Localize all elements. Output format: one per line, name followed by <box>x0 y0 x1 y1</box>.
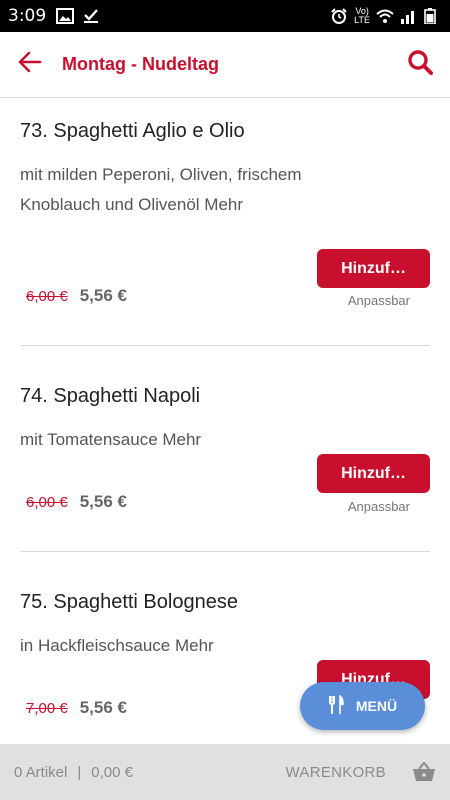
status-time: 3:09 <box>8 6 47 26</box>
cart-count: 0 Artikel <box>14 763 68 781</box>
cart-total: 0,00 € <box>91 763 133 781</box>
status-bar: 3:09 Vo) LTE <box>0 0 450 32</box>
item-name: 75. Spaghetti Bolognese <box>20 591 238 613</box>
gallery-icon <box>56 8 75 24</box>
signal-icon <box>400 8 418 24</box>
customizable-label: Anpassbar <box>347 293 410 308</box>
old-price: 6,00 € <box>26 287 68 305</box>
page-title: Montag - Nudeltag <box>62 54 219 74</box>
back-button[interactable] <box>0 32 60 98</box>
list-item: 73. Spaghetti Aglio e Olio mit milden Pe… <box>20 98 430 346</box>
download-done-icon <box>82 8 100 24</box>
item-description[interactable]: mit Tomatensauce Mehr <box>20 425 320 455</box>
current-price: 5,56 € <box>79 286 127 305</box>
list-item: 74. Spaghetti Napoli mit Tomatensauce Me… <box>20 346 430 552</box>
cart-separator: | <box>77 763 82 781</box>
old-price: 6,00 € <box>26 493 68 511</box>
search-button[interactable] <box>390 32 450 98</box>
item-name: 74. Spaghetti Napoli <box>20 385 201 407</box>
customizable-label: Anpassbar <box>347 499 410 514</box>
volte-indicator: Vo) LTE <box>354 6 370 25</box>
menu-fab[interactable]: MENÜ <box>300 682 425 730</box>
cart-button[interactable]: WARENKORB <box>286 764 387 781</box>
wifi-icon <box>376 8 394 24</box>
current-price: 5,56 € <box>79 492 127 511</box>
old-price: 7,00 € <box>26 699 68 717</box>
alarm-icon <box>330 8 348 24</box>
menu-fab-label: MENÜ <box>355 698 398 714</box>
price-row: 7,00 € 5,56 € <box>26 698 127 718</box>
item-description[interactable]: in Hackfleischsauce Mehr <box>20 631 320 661</box>
item-description[interactable]: mit milden Peperoni, Oliven, frischem Kn… <box>20 160 320 220</box>
price-row: 6,00 € 5,56 € <box>26 286 127 306</box>
shopping-basket-icon[interactable] <box>412 760 436 784</box>
search-icon <box>407 49 433 80</box>
current-price: 5,56 € <box>79 698 127 717</box>
add-button[interactable]: Hinzuf… <box>317 249 430 288</box>
item-name: 73. Spaghetti Aglio e Olio <box>20 120 245 142</box>
cart-bar: 0 Artikel | 0,00 € WARENKORB <box>0 744 450 800</box>
app-bar: Montag - Nudeltag <box>0 32 450 98</box>
price-row: 6,00 € 5,56 € <box>26 492 127 512</box>
product-list: 73. Spaghetti Aglio e Olio mit milden Pe… <box>0 98 450 744</box>
battery-icon <box>424 8 442 25</box>
arrow-left-icon <box>18 51 42 78</box>
cutlery-icon <box>328 694 344 718</box>
add-button[interactable]: Hinzuf… <box>317 454 430 493</box>
